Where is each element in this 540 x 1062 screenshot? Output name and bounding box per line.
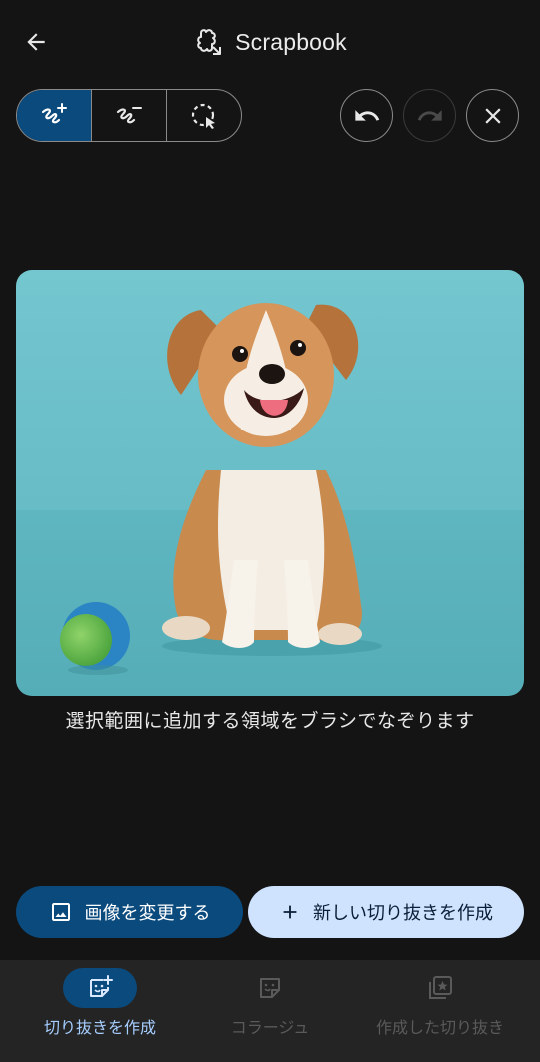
- undo-icon: [354, 109, 379, 121]
- redo-icon: [417, 109, 442, 121]
- close-icon: [484, 107, 501, 124]
- plus-icon: [283, 905, 297, 919]
- brush-remove-button[interactable]: [92, 90, 167, 141]
- page-title: Scrapbook: [235, 28, 347, 55]
- nav-item-saved-cutouts[interactable]: 作成した切り抜き: [350, 960, 530, 1062]
- selection-mode-toolbar: [16, 89, 242, 142]
- close-button[interactable]: [466, 89, 519, 142]
- nav-icon-wrap: [233, 968, 307, 1008]
- nav-active-indicator: [63, 968, 137, 1008]
- nav-label-create-cutout: 切り抜きを作成: [43, 1018, 156, 1037]
- app-header: Scrapbook: [0, 0, 540, 84]
- lasso-select-icon: [191, 103, 215, 129]
- photo-canvas[interactable]: [16, 270, 524, 696]
- image-icon: [51, 903, 70, 921]
- nav-item-create-cutout[interactable]: 切り抜きを作成: [10, 960, 190, 1062]
- lasso-button[interactable]: [167, 90, 241, 141]
- redo-button[interactable]: [403, 89, 456, 142]
- sticker-library-icon: [429, 976, 452, 999]
- puzzle-sticker-icon: [197, 29, 222, 55]
- sticker-add-icon: [90, 975, 113, 997]
- dog-photo: [16, 270, 524, 696]
- change-image-button[interactable]: 画像を変更する: [16, 886, 243, 938]
- nav-label-saved-cutouts: 作成した切り抜き: [375, 1018, 504, 1037]
- nav-label-collage: コラージュ: [230, 1018, 310, 1037]
- nav-item-collage[interactable]: コラージュ: [180, 960, 360, 1062]
- instruction-text: 選択範囲に追加する領域をブラシでなぞります: [65, 710, 475, 732]
- brush-remove-icon: [116, 106, 142, 123]
- new-cutout-label: 新しい切り抜きを作成: [313, 903, 493, 924]
- title-group: Scrapbook: [0, 22, 540, 62]
- brush-add-button[interactable]: [17, 90, 92, 141]
- nav-icon-wrap: [403, 968, 477, 1008]
- brush-add-icon: [41, 102, 67, 123]
- change-image-label: 画像を変更する: [84, 903, 211, 924]
- undo-button[interactable]: [340, 89, 393, 142]
- sticker-icon: [260, 978, 280, 998]
- new-cutout-button[interactable]: 新しい切り抜きを作成: [248, 886, 524, 938]
- bottom-navigation: 切り抜きを作成 コラージュ 作成した切り抜き: [0, 960, 540, 1062]
